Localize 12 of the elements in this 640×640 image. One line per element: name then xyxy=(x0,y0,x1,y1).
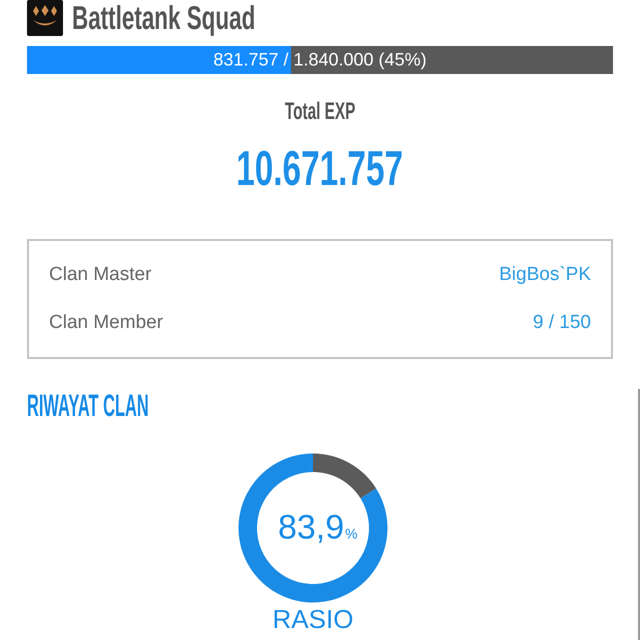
clan-emblem-icon xyxy=(27,0,63,36)
info-label: Clan Master xyxy=(49,264,152,286)
info-value: BigBos`PK xyxy=(499,264,591,286)
exp-progress-text: 831.757 / 1.840.000 (45%) xyxy=(213,50,427,70)
info-label: Clan Member xyxy=(49,312,164,334)
section-heading: RIWAYAT CLAN xyxy=(27,389,149,423)
info-value: 9 / 150 xyxy=(532,312,591,334)
total-exp-label: Total EXP xyxy=(284,100,356,124)
ratio-label: RASIO xyxy=(272,606,354,632)
total-exp-value: 10.671.757 xyxy=(236,143,404,195)
ratio-percentage: 83,9% xyxy=(278,508,358,548)
clan-name: Battletank Squad xyxy=(72,0,256,36)
